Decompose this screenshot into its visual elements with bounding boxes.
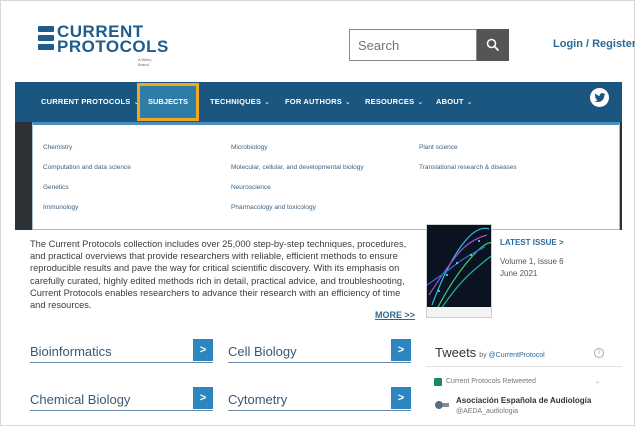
tweet-author-name[interactable]: Asociación Española de Audiología: [456, 396, 591, 405]
subject-link-chemistry[interactable]: Chemistry: [43, 144, 72, 151]
info-icon[interactable]: i: [594, 348, 604, 358]
search-input[interactable]: [350, 30, 476, 60]
chevron-down-icon: ⌄: [344, 99, 351, 106]
subjects-dropdown: Chemistry Computation and data science G…: [32, 122, 620, 230]
nav-label: ABOUT: [436, 97, 464, 106]
issue-info: Volume 1, Issue 6 June 2021: [500, 256, 564, 280]
arrow-right-icon[interactable]: >: [193, 387, 213, 409]
subject-card-label: Cytometry: [228, 392, 288, 407]
chevron-down-icon: ⌄: [264, 99, 271, 106]
subject-card-chemical-biology[interactable]: Chemical Biology >: [30, 387, 213, 411]
subject-link-microbiology[interactable]: Microbiology: [231, 144, 268, 151]
subject-link-computation[interactable]: Computation and data science: [43, 164, 131, 171]
subject-link-immunology[interactable]: Immunology: [43, 204, 78, 211]
subject-link-molecular[interactable]: Molecular, cellular, and developmental b…: [231, 164, 364, 171]
subject-link-pharmacology[interactable]: Pharmacology and toxicology: [231, 204, 316, 211]
subject-link-translational[interactable]: Translational research & diseases: [419, 164, 517, 171]
latest-issue-link[interactable]: LATEST ISSUE >: [500, 238, 564, 247]
more-link[interactable]: MORE >>: [375, 310, 415, 320]
logo-bars-icon: [38, 26, 54, 53]
subject-link-neuroscience[interactable]: Neuroscience: [231, 184, 271, 191]
tweets-handle-link[interactable]: @CurrentProtocol: [489, 352, 545, 359]
journal-cover-image[interactable]: [426, 224, 492, 318]
nav-for-authors[interactable]: FOR AUTHORS ⌄: [285, 82, 351, 122]
subject-card-label: Bioinformatics: [30, 344, 112, 359]
tweets-by: by: [479, 352, 487, 359]
issue-volume: Volume 1, Issue 6: [500, 257, 564, 266]
tweet-menu-icon[interactable]: •: [596, 378, 599, 387]
nav-current-protocols[interactable]: CURRENT PROTOCOLS⌄: [41, 82, 140, 122]
cover-art-icon: [427, 225, 491, 310]
login-register-link[interactable]: Login / Register: [553, 38, 635, 50]
subject-link-plant-science[interactable]: Plant science: [419, 144, 458, 151]
chevron-down-icon: ⌄: [417, 99, 424, 106]
logo-line2: PROTOCOLS: [57, 37, 169, 56]
twitter-icon[interactable]: [590, 88, 609, 107]
nav-label: SUBJECTS: [147, 97, 188, 106]
subject-card-label: Chemical Biology: [30, 392, 131, 407]
tweets-header: Tweets by @CurrentProtocol: [435, 345, 545, 360]
search-field[interactable]: [349, 29, 477, 61]
arrow-right-icon[interactable]: >: [391, 339, 411, 361]
nav-label: TECHNIQUES: [210, 97, 262, 106]
arrow-right-icon[interactable]: >: [193, 339, 213, 361]
retweeted-label: Current Protocols Retweeted: [446, 378, 536, 385]
tweet-author-handle[interactable]: @AEDA_audiologia: [456, 408, 518, 415]
nav-about[interactable]: ABOUT ⌄: [436, 82, 473, 122]
arrow-right-icon[interactable]: >: [391, 387, 411, 409]
subject-card-cell-biology[interactable]: Cell Biology >: [228, 339, 411, 363]
nav-subjects[interactable]: SUBJECTS ^: [137, 83, 199, 138]
main-nav: CURRENT PROTOCOLS⌄ SUBJECTS ^ TECHNIQUES…: [15, 82, 622, 138]
chevron-down-icon: ⌄: [466, 99, 473, 106]
tweets-divider: [426, 366, 622, 367]
intro-paragraph: The Current Protocols collection include…: [30, 239, 407, 311]
current-protocols-logo[interactable]: CURRENT PROTOCOLS A Wiley Brand: [38, 23, 168, 67]
issue-date: June 2021: [500, 269, 538, 278]
search-icon: [486, 38, 500, 52]
nav-label: CURRENT PROTOCOLS: [41, 97, 131, 106]
subject-card-bioinformatics[interactable]: Bioinformatics >: [30, 339, 213, 363]
tweet-avatar-icon[interactable]: [434, 398, 450, 412]
retweet-icon: [434, 378, 442, 386]
nav-label: RESOURCES: [365, 97, 415, 106]
nav-resources[interactable]: RESOURCES ⌄: [365, 82, 423, 122]
subject-card-cytometry[interactable]: Cytometry >: [228, 387, 411, 411]
subject-link-genetics[interactable]: Genetics: [43, 184, 69, 191]
subject-card-label: Cell Biology: [228, 344, 297, 359]
twitter-bird-icon: [593, 92, 605, 102]
logo-tag: A Wiley Brand: [138, 57, 152, 67]
tweets-title: Tweets: [435, 345, 477, 360]
nav-techniques[interactable]: TECHNIQUES ⌄: [210, 82, 270, 122]
search-button[interactable]: [477, 29, 509, 61]
nav-label: FOR AUTHORS: [285, 97, 342, 106]
cover-caption-strip: [427, 307, 491, 317]
